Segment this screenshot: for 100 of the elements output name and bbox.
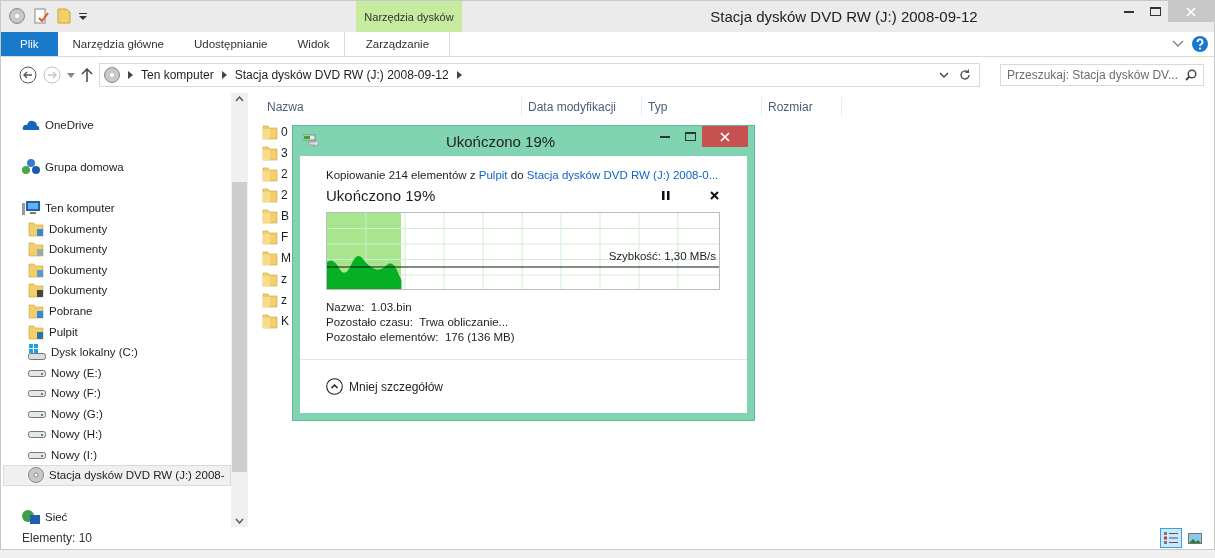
navigation-item[interactable]: Dokumenty bbox=[3, 218, 231, 240]
column-header[interactable]: Typ bbox=[642, 97, 762, 117]
folder-icon bbox=[28, 261, 44, 278]
progress-heading: Ukończono 19% bbox=[326, 187, 437, 204]
navigation-item[interactable]: Nowy (H:) bbox=[3, 423, 231, 445]
file-name[interactable]: 3 bbox=[281, 145, 288, 160]
system-drive-icon bbox=[28, 344, 46, 361]
scrollbar-thumb[interactable] bbox=[232, 182, 247, 472]
source-link[interactable]: Pulpit bbox=[478, 169, 508, 181]
navigation-item[interactable]: Pulpit bbox=[3, 321, 231, 342]
drive-icon bbox=[28, 367, 46, 378]
navigation-item[interactable]: Sieć bbox=[3, 506, 231, 528]
folder-icon bbox=[262, 249, 278, 266]
pause-icon[interactable] bbox=[662, 191, 670, 200]
minimize-icon bbox=[660, 135, 670, 138]
computer-icon bbox=[22, 200, 40, 217]
folder-icon bbox=[28, 220, 44, 237]
disc-icon bbox=[28, 467, 44, 484]
file-name[interactable]: 2 bbox=[281, 187, 288, 202]
view-button[interactable] bbox=[1160, 528, 1182, 548]
search-icon[interactable] bbox=[1185, 69, 1197, 81]
navigation-item[interactable]: Ten komputer bbox=[3, 198, 231, 219]
file-name[interactable]: M bbox=[281, 250, 291, 265]
file-name[interactable]: z bbox=[281, 292, 287, 307]
folder-icon bbox=[262, 207, 278, 224]
properties-icon[interactable] bbox=[33, 8, 49, 24]
dropdown-icon[interactable] bbox=[939, 72, 949, 78]
detail-line: Nazwa: 1.03.bin bbox=[326, 301, 413, 313]
folder-icon bbox=[262, 312, 278, 329]
back-icon[interactable] bbox=[19, 66, 37, 84]
cloud-icon bbox=[22, 119, 40, 132]
detail-line: Pozostało czasu: Trwa obliczanie... bbox=[326, 316, 510, 328]
chevron-icon bbox=[128, 71, 133, 79]
ribbon-tab[interactable]: Narzędzia główne bbox=[57, 32, 179, 56]
folder-icon bbox=[28, 241, 44, 258]
breadcrumb[interactable]: Stacja dysków DVD RW (J:) 2008-09-12 bbox=[234, 68, 449, 82]
folder-icon bbox=[28, 303, 44, 319]
navigation-item[interactable]: Dokumenty bbox=[3, 259, 231, 281]
search-field[interactable]: Przeszukaj: Stacja dysków DV... bbox=[1000, 64, 1204, 86]
folder-icon bbox=[262, 270, 278, 287]
column-header[interactable]: Rozmiar bbox=[762, 97, 842, 117]
maximize-icon bbox=[684, 132, 696, 141]
refresh-icon[interactable] bbox=[959, 69, 971, 81]
up-icon[interactable] bbox=[81, 68, 93, 82]
window-title: Stacja dysków DVD RW (J:) 2008-09-12 bbox=[709, 7, 979, 25]
minimize-icon bbox=[1124, 10, 1134, 13]
chevron-icon bbox=[456, 71, 462, 79]
navigation-item[interactable]: Dokumenty bbox=[3, 239, 231, 260]
navigation-item[interactable]: Dokumenty bbox=[3, 280, 231, 301]
expand-ribbon-icon[interactable] bbox=[1172, 40, 1184, 48]
scroll-down-icon[interactable] bbox=[235, 518, 244, 524]
file-name[interactable]: F bbox=[281, 229, 289, 244]
column-header[interactable]: Nazwa bbox=[261, 97, 522, 117]
file-name[interactable]: K bbox=[281, 313, 289, 328]
navigation-item[interactable]: Nowy (E:) bbox=[3, 362, 231, 383]
collapse-icon bbox=[326, 378, 343, 395]
dialog-title: Ukończono 19% bbox=[444, 132, 557, 150]
chevron-icon bbox=[221, 71, 227, 79]
folder-icon bbox=[28, 323, 44, 340]
folder-icon bbox=[262, 228, 278, 245]
recent-icon[interactable] bbox=[67, 72, 75, 78]
navigation-item[interactable]: Pobrane bbox=[3, 300, 231, 322]
customize-icon[interactable] bbox=[79, 12, 87, 20]
folder-icon bbox=[262, 186, 278, 203]
navigation-item[interactable]: Dysk lokalny (C:) bbox=[3, 341, 231, 363]
copy-icon bbox=[303, 133, 319, 147]
folder-icon bbox=[28, 282, 44, 299]
detail-line: Pozostało elementów: 176 (136 MB) bbox=[326, 331, 516, 343]
scroll-up-icon[interactable] bbox=[235, 96, 244, 102]
close-icon bbox=[720, 131, 730, 142]
context-tab-group: Narzędzia dysków bbox=[356, 1, 462, 32]
breadcrumb[interactable]: Ten komputer bbox=[141, 68, 214, 82]
folder-icon bbox=[262, 291, 278, 308]
navigation-item[interactable]: Nowy (F:) bbox=[3, 382, 231, 404]
address-bar[interactable]: Ten komputer Stacja dysków DVD RW (J:) 2008-09-12 bbox=[99, 63, 980, 87]
details-view-icon bbox=[1164, 532, 1178, 544]
navigation-item[interactable]: OneDrive bbox=[3, 115, 231, 136]
file-name[interactable]: B bbox=[281, 208, 289, 223]
navigation-item[interactable]: Nowy (G:) bbox=[3, 403, 231, 424]
file-name[interactable]: 2 bbox=[281, 166, 288, 181]
file-name[interactable]: z bbox=[281, 271, 287, 286]
homegroup-icon bbox=[22, 157, 40, 176]
help-icon[interactable] bbox=[1192, 36, 1208, 52]
ribbon-tab[interactable]: Widok bbox=[282, 32, 345, 56]
copy-summary: Kopiowanie 214 elementów z Pulpit do Stacja dysków DVD RW (J:) 2008-0... bbox=[326, 169, 720, 181]
file-name[interactable]: 0 bbox=[281, 124, 288, 139]
network-icon bbox=[22, 508, 40, 525]
column-header[interactable]: Data modyfikacji bbox=[522, 97, 642, 117]
drive-icon bbox=[28, 408, 46, 419]
navigation-item[interactable]: Grupa domowa bbox=[3, 156, 231, 178]
file-tab[interactable]: Plik bbox=[1, 32, 58, 56]
close-icon bbox=[1186, 6, 1196, 17]
less-details-button[interactable]: Mniej szczegółów bbox=[326, 378, 444, 395]
speed-label: Szybkość: 1,30 MB/s bbox=[608, 250, 716, 262]
disc-icon bbox=[104, 67, 120, 83]
navigation-item[interactable]: Stacja dysków DVD RW (J:) 2008- bbox=[3, 464, 231, 486]
ribbon-tab[interactable]: Udostępnianie bbox=[178, 32, 283, 56]
cancel-icon[interactable] bbox=[710, 191, 719, 200]
navigation-item[interactable]: Nowy (I:) bbox=[3, 444, 231, 465]
destination-link[interactable]: Stacja dysków DVD RW (J:) 2008-0... bbox=[526, 169, 719, 181]
